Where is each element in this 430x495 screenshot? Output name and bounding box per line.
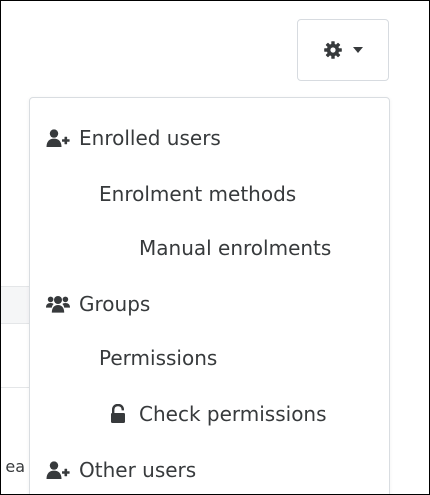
background-text-fragment: ea: [5, 457, 25, 476]
caret-down-icon: [353, 47, 363, 53]
menu-item-permissions[interactable]: Permissions: [30, 338, 389, 378]
user-plus-icon: [46, 461, 70, 479]
unlock-icon: [106, 404, 130, 424]
menu-item-other-users[interactable]: Other users: [30, 450, 389, 490]
menu-item-label: Enrolment methods: [99, 182, 297, 206]
gear-icon: [323, 40, 343, 60]
menu-item-enrolled-users[interactable]: Enrolled users: [30, 118, 389, 158]
menu-item-enrolment-methods[interactable]: Enrolment methods: [30, 174, 389, 214]
menu-item-label: Manual enrolments: [139, 236, 332, 260]
menu-item-manual-enrolments[interactable]: Manual enrolments: [30, 228, 389, 268]
menu-item-label: Enrolled users: [79, 126, 221, 150]
menu-item-label: Check permissions: [139, 402, 327, 426]
menu-item-label: Groups: [79, 292, 151, 316]
menu-item-label: Permissions: [99, 346, 218, 370]
page-frame: ea Enrolled users Enrolment methods Manu…: [0, 0, 430, 495]
users-icon: [46, 295, 70, 313]
menu-item-check-permissions[interactable]: Check permissions: [30, 394, 389, 434]
settings-menu-toggle-button[interactable]: [297, 19, 389, 81]
settings-dropdown-menu: Enrolled users Enrolment methods Manual …: [29, 97, 390, 494]
user-plus-icon: [46, 129, 70, 147]
menu-item-label: Other users: [79, 458, 197, 482]
menu-item-groups[interactable]: Groups: [30, 284, 389, 324]
